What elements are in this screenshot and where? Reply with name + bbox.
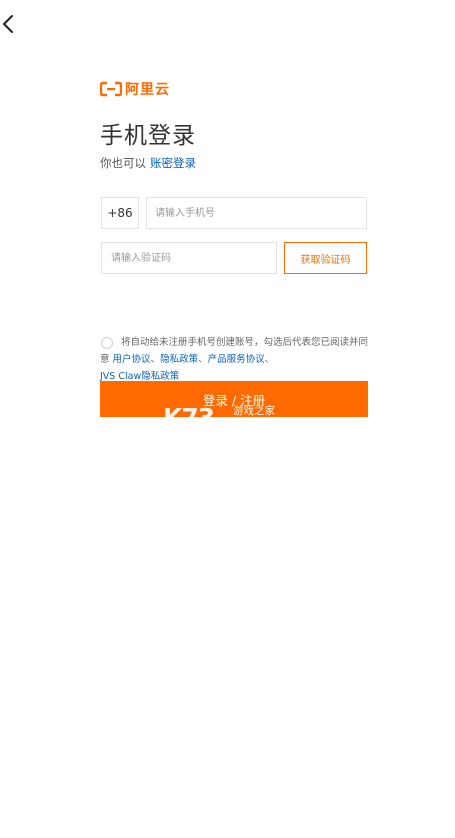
chevron-left-icon bbox=[3, 15, 13, 33]
password-login-link[interactable]: 账密登录 bbox=[150, 156, 196, 170]
privacy-policy-link[interactable]: 隐私政策 bbox=[160, 354, 198, 365]
page-title: 手机登录 bbox=[100, 123, 196, 149]
watermark-domain: .com bbox=[235, 418, 262, 431]
aliyun-logo: 阿里云 bbox=[100, 78, 170, 100]
separator: 、 bbox=[264, 354, 275, 365]
separator: 、 bbox=[198, 354, 208, 365]
phone-input[interactable] bbox=[146, 197, 367, 229]
login-register-button[interactable]: 登录 / 注册 bbox=[100, 381, 368, 417]
get-code-button[interactable]: 获取验证码 bbox=[284, 242, 367, 274]
back-button[interactable] bbox=[0, 10, 24, 38]
aliyun-logo-icon bbox=[100, 81, 122, 97]
user-agreement-link[interactable]: 用户协议 bbox=[113, 354, 151, 365]
country-code-selector[interactable]: +86 bbox=[101, 197, 139, 229]
separator: 、 bbox=[150, 354, 161, 365]
verification-code-input[interactable] bbox=[101, 242, 277, 274]
alt-login-prefix: 你也可以 bbox=[100, 156, 146, 170]
agreement-text: 将自动给未注册手机号创建账号，勾选后代表您已阅读并同意 用户协议、隐私政策、产品… bbox=[100, 334, 368, 385]
service-agreement-link[interactable]: 产品服务协议 bbox=[208, 354, 265, 365]
logo-text: 阿里云 bbox=[125, 82, 170, 98]
alt-login-line: 你也可以 账密登录 bbox=[100, 155, 196, 171]
